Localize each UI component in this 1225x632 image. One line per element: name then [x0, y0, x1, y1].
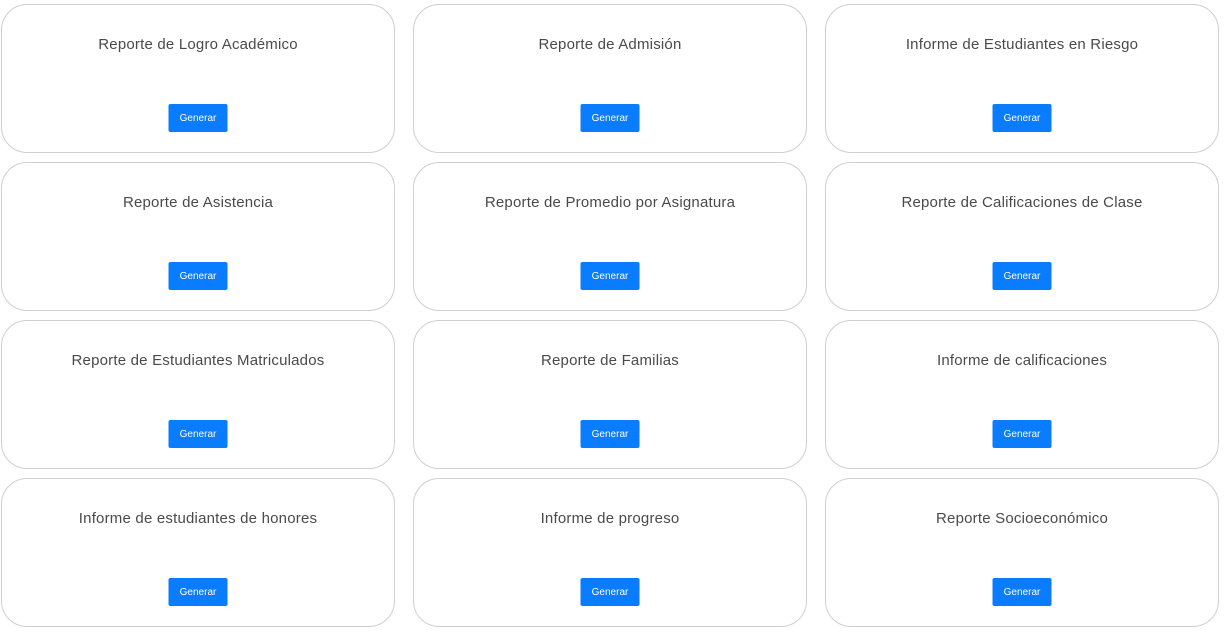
- report-card-grades: Informe de calificaciones Generar: [825, 320, 1219, 469]
- report-card-socioeconomic: Reporte Socioeconómico Generar: [825, 478, 1219, 627]
- report-card-at-risk-students: Informe de Estudiantes en Riesgo Generar: [825, 4, 1219, 153]
- report-title: Reporte de Familias: [540, 352, 680, 369]
- generate-button[interactable]: Generar: [992, 104, 1052, 132]
- generate-button[interactable]: Generar: [168, 420, 228, 448]
- generate-button[interactable]: Generar: [168, 104, 228, 132]
- report-title: Informe de Estudiantes en Riesgo: [905, 36, 1139, 53]
- generate-button[interactable]: Generar: [580, 420, 640, 448]
- report-card-subject-average: Reporte de Promedio por Asignatura Gener…: [413, 162, 807, 311]
- report-title: Informe de progreso: [540, 510, 680, 527]
- report-title: Informe de calificaciones: [936, 352, 1108, 369]
- report-card-attendance: Reporte de Asistencia Generar: [1, 162, 395, 311]
- generate-button[interactable]: Generar: [992, 578, 1052, 606]
- report-card-admission: Reporte de Admisión Generar: [413, 4, 807, 153]
- report-title: Reporte de Admisión: [538, 36, 682, 53]
- report-title: Reporte de Asistencia: [122, 194, 274, 211]
- report-title: Informe de estudiantes de honores: [78, 510, 318, 527]
- report-title: Reporte Socioeconómico: [936, 510, 1108, 527]
- report-title: Reporte de Calificaciones de Clase: [901, 194, 1143, 211]
- report-card-class-grades: Reporte de Calificaciones de Clase Gener…: [825, 162, 1219, 311]
- report-grid: Reporte de Logro Académico Generar Repor…: [1, 4, 1219, 627]
- report-title: Reporte de Logro Académico: [98, 36, 298, 53]
- report-title: Reporte de Promedio por Asignatura: [484, 194, 736, 211]
- generate-button[interactable]: Generar: [168, 578, 228, 606]
- report-card-families: Reporte de Familias Generar: [413, 320, 807, 469]
- generate-button[interactable]: Generar: [580, 578, 640, 606]
- generate-button[interactable]: Generar: [580, 104, 640, 132]
- report-card-progress: Informe de progreso Generar: [413, 478, 807, 627]
- generate-button[interactable]: Generar: [992, 420, 1052, 448]
- generate-button[interactable]: Generar: [992, 262, 1052, 290]
- report-card-enrolled-students: Reporte de Estudiantes Matriculados Gene…: [1, 320, 395, 469]
- generate-button[interactable]: Generar: [580, 262, 640, 290]
- generate-button[interactable]: Generar: [168, 262, 228, 290]
- report-card-honor-students: Informe de estudiantes de honores Genera…: [1, 478, 395, 627]
- report-title: Reporte de Estudiantes Matriculados: [71, 352, 325, 369]
- report-card-academic-achievement: Reporte de Logro Académico Generar: [1, 4, 395, 153]
